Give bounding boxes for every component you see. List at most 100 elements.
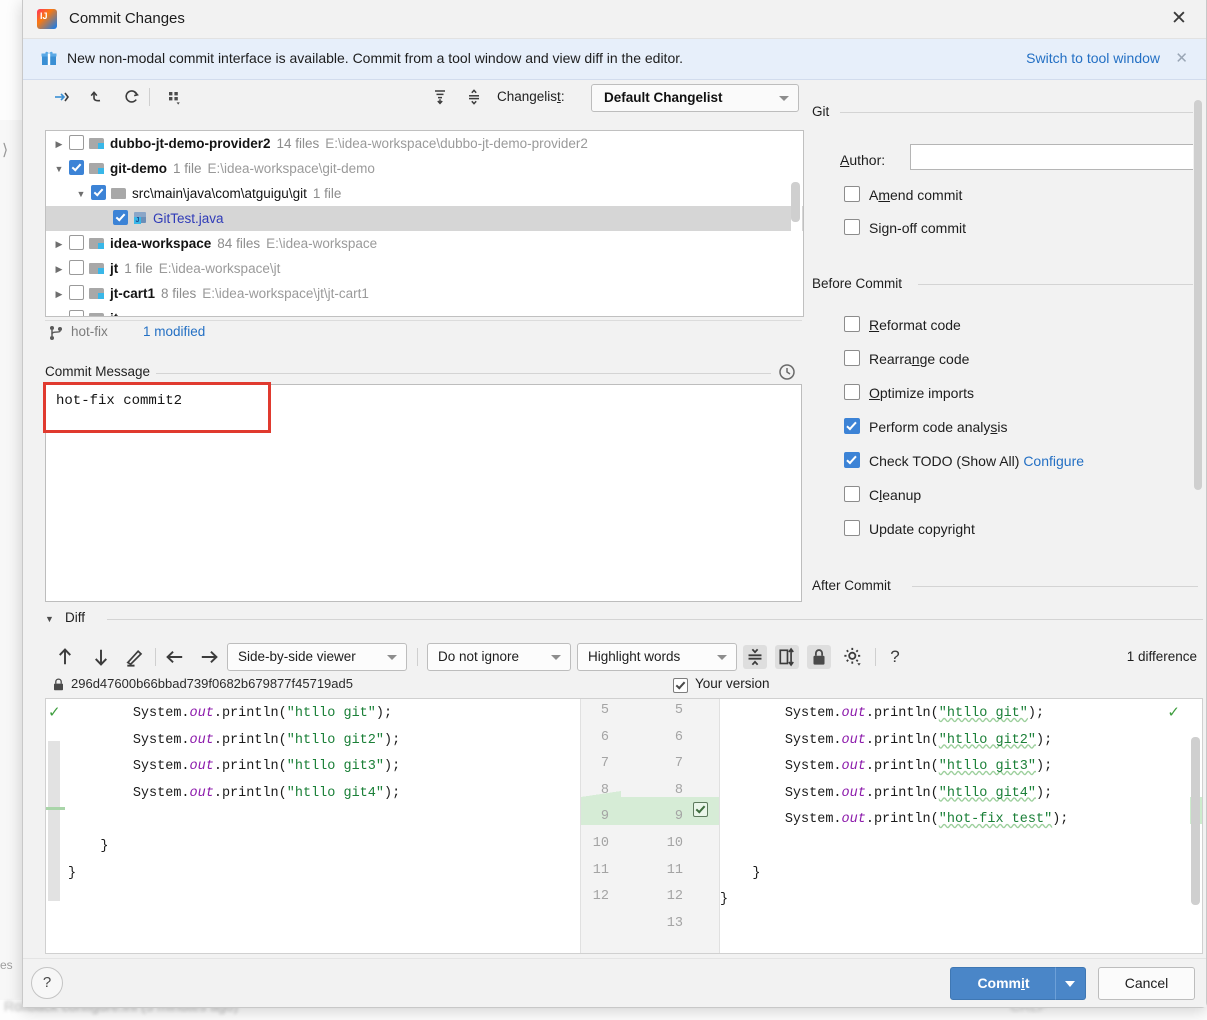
diff-collapse-twisty[interactable]: ▼ — [45, 614, 54, 624]
code-token-field: out — [841, 812, 866, 828]
changelist-dropdown[interactable]: Default Changelist — [591, 84, 799, 112]
diff-left-scroll-indicator — [48, 741, 60, 901]
perform-code-analysis-checkbox[interactable] — [844, 418, 860, 434]
diff-right-scrollbar-thumb[interactable] — [1191, 737, 1200, 905]
help-question-icon[interactable]: ? — [883, 645, 907, 669]
cleanup-checkbox[interactable] — [844, 486, 860, 502]
reformat-code-option[interactable]: Reformat code — [844, 316, 961, 333]
modified-count[interactable]: 1 modified — [143, 324, 205, 339]
rearrange-code-option[interactable]: Rearrange code — [844, 350, 969, 367]
switch-to-tool-window-link[interactable]: Switch to tool window — [1026, 50, 1160, 66]
optimize-imports-label: ptimize imports — [879, 385, 975, 401]
code-token: .println( — [865, 785, 939, 801]
tree-row[interactable]: ▶ jt — [46, 306, 803, 316]
module-icon — [89, 162, 105, 175]
tree-row[interactable]: ▶ jt 1 file E:\idea-workspace\jt — [46, 256, 803, 281]
diff-line-include-checkbox[interactable] — [693, 802, 708, 817]
group-by-icon[interactable] — [163, 87, 185, 107]
tree-row-checkbox[interactable] — [69, 310, 84, 316]
amend-commit-checkbox[interactable] — [844, 186, 860, 202]
tree-row-checkbox[interactable] — [91, 185, 106, 200]
tree-row[interactable]: ▶ dubbo-jt-demo-provider2 14 files E:\idea-… — [46, 131, 803, 156]
changelist-label-text: Changelis — [497, 89, 558, 104]
tree-row-checkbox[interactable] — [69, 135, 84, 150]
perform-code-analysis-option[interactable]: Perform code analysis — [844, 418, 1008, 435]
chevron-down-icon[interactable]: ▼ — [76, 182, 86, 207]
commit-dropdown-button[interactable] — [1055, 967, 1086, 1000]
sign-off-commit-option[interactable]: Sign-off commit — [844, 219, 966, 236]
code-token: } — [100, 838, 109, 854]
viewer-mode-dropdown[interactable]: Side-by-side viewer — [227, 643, 407, 671]
cleanup-option[interactable]: Cleanup — [844, 486, 921, 503]
tree-row[interactable]: ▼ git-demo 1 file E:\idea-workspace\git-dem… — [46, 156, 803, 181]
tree-row-checkbox[interactable] — [69, 285, 84, 300]
tree-row-checkbox[interactable] — [69, 260, 84, 275]
chevron-right-icon[interactable]: ▶ — [54, 257, 64, 282]
tree-row-checkbox[interactable] — [113, 210, 128, 225]
close-icon[interactable]: ✕ — [1164, 6, 1194, 32]
chevron-right-icon[interactable]: ▶ — [54, 307, 64, 316]
apply-left-icon[interactable] — [163, 645, 187, 669]
tree-row[interactable]: ▶ jt-cart1 8 files E:\idea-workspace\jt\jt-… — [46, 281, 803, 306]
settings-gear-icon[interactable] — [841, 645, 865, 669]
viewer-mode-value: Side-by-side viewer — [238, 649, 356, 664]
tree-scrollbar-track[interactable] — [791, 132, 802, 315]
code-token: ); — [1035, 732, 1053, 748]
optimize-imports-option[interactable]: Optimize imports — [844, 384, 974, 401]
diff-accept-check-icon[interactable]: ✓ — [48, 703, 61, 721]
tree-row[interactable]: ▼ src\main\java\com\atguigu\git 1 file — [46, 181, 803, 206]
clock-history-icon[interactable] — [778, 363, 796, 381]
collapse-unchanged-icon[interactable] — [743, 645, 767, 669]
rearrange-code-checkbox[interactable] — [844, 350, 860, 366]
apply-right-icon[interactable] — [197, 645, 221, 669]
tree-row[interactable]: GitTest.java — [46, 206, 803, 231]
update-copyright-option[interactable]: Update copyright — [844, 520, 975, 537]
previous-difference-icon[interactable] — [53, 645, 77, 669]
reformat-code-checkbox[interactable] — [844, 316, 860, 332]
author-label-text: uthor: — [849, 152, 886, 168]
configure-todo-link[interactable]: Configure — [1023, 453, 1084, 469]
changed-files-tree[interactable]: ▶ dubbo-jt-demo-provider2 14 files E:\idea-… — [45, 130, 804, 317]
collapse-all-icon[interactable] — [463, 87, 485, 107]
help-button[interactable]: ? — [31, 967, 63, 999]
tree-row-checkbox[interactable] — [69, 160, 84, 175]
commit-button[interactable]: Commit — [950, 967, 1057, 1000]
show-diff-icon[interactable] — [51, 87, 73, 107]
check-todo-checkbox[interactable] — [844, 452, 860, 468]
tree-row-name: jt — [110, 311, 118, 316]
diff-right-code[interactable]: System.out.println("htllo git"); System.… — [720, 699, 1190, 953]
diff-right-line-number: 5 — [674, 703, 683, 718]
refresh-icon[interactable] — [121, 87, 143, 107]
check-todo-option[interactable]: Check TODO (Show All) Configure — [844, 452, 1084, 469]
diff-left-code[interactable]: System.out.println("htllo git"); System.… — [68, 699, 558, 953]
highlight-mode-dropdown[interactable]: Highlight words — [577, 643, 737, 671]
tree-row-name: dubbo-jt-demo-provider2 — [110, 136, 271, 151]
cancel-button[interactable]: Cancel — [1098, 967, 1195, 1000]
chevron-right-icon[interactable]: ▶ — [54, 132, 64, 157]
amend-commit-option[interactable]: Amend commit — [844, 186, 962, 203]
highlight-split-icon[interactable] — [775, 645, 799, 669]
next-difference-icon[interactable] — [89, 645, 113, 669]
tree-row[interactable]: ▶ idea-workspace 84 files E:\idea-workspace — [46, 231, 803, 256]
update-copyright-checkbox[interactable] — [844, 520, 860, 536]
chevron-down-icon[interactable]: ▼ — [54, 157, 64, 182]
chevron-right-icon[interactable]: ▶ — [54, 282, 64, 307]
rearrange-code-label-mnemonic: n — [911, 351, 920, 367]
banner-close-icon[interactable]: ✕ — [1175, 49, 1188, 67]
commit-message-input[interactable]: hot-fix commit2 — [45, 384, 802, 602]
your-version-checkbox[interactable] — [673, 678, 688, 693]
tree-row-checkbox[interactable] — [69, 235, 84, 250]
options-scrollbar-thumb[interactable] — [1194, 100, 1202, 490]
sign-off-commit-checkbox[interactable] — [844, 219, 860, 235]
ignore-whitespace-dropdown[interactable]: Do not ignore — [427, 643, 571, 671]
edit-source-icon[interactable] — [123, 645, 147, 669]
code-token: ); — [375, 706, 393, 721]
read-only-lock-icon[interactable] — [807, 645, 831, 669]
diff-viewer[interactable]: ✓ System.out.println("htllo git"); Syste… — [45, 698, 1203, 954]
expand-all-icon[interactable] — [429, 87, 451, 107]
author-field[interactable] — [910, 144, 1200, 170]
optimize-imports-checkbox[interactable] — [844, 384, 860, 400]
chevron-right-icon[interactable]: ▶ — [54, 232, 64, 257]
rollback-icon[interactable] — [87, 87, 109, 107]
tree-scrollbar-thumb[interactable] — [791, 182, 800, 222]
